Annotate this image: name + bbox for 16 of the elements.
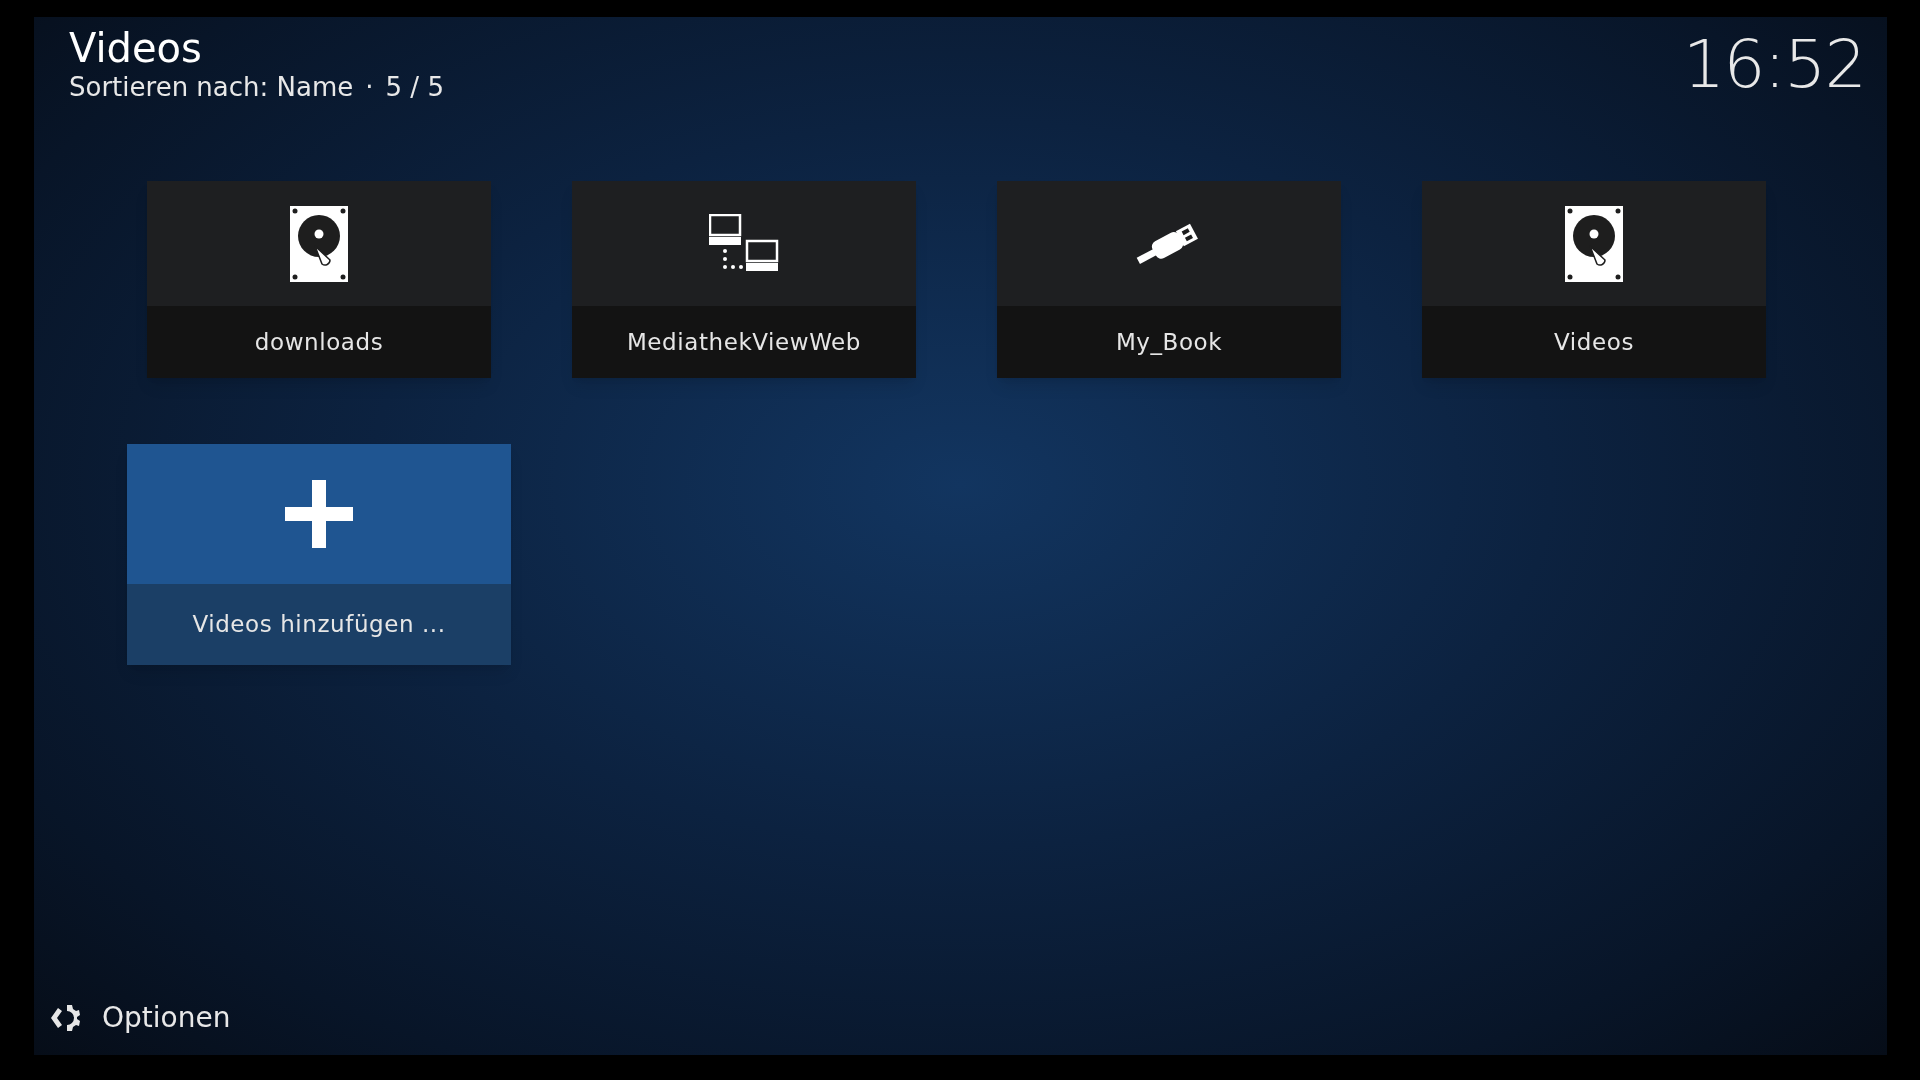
clock-time: 16:52 (1683, 25, 1865, 105)
hard-drive-icon (290, 205, 348, 282)
tile-label: Videos hinzufügen ... (192, 610, 446, 640)
page-title: Videos (69, 25, 203, 71)
settings-icon[interactable] (48, 1002, 80, 1034)
hard-drive-icon (1565, 205, 1623, 282)
sort-label: Sortieren nach: Name (69, 71, 354, 103)
tile-label: MediathekViewWeb (626, 327, 862, 357)
plus-icon (285, 480, 353, 548)
options-label[interactable]: Optionen (102, 997, 231, 1039)
tile-label: Videos (1554, 327, 1634, 357)
separator-dot: · (365, 71, 374, 103)
network-computers-icon (709, 213, 779, 274)
item-count: 5 / 5 (385, 71, 444, 103)
tile-label: downloads (254, 327, 384, 357)
tile-label: My_Book (1115, 327, 1223, 357)
